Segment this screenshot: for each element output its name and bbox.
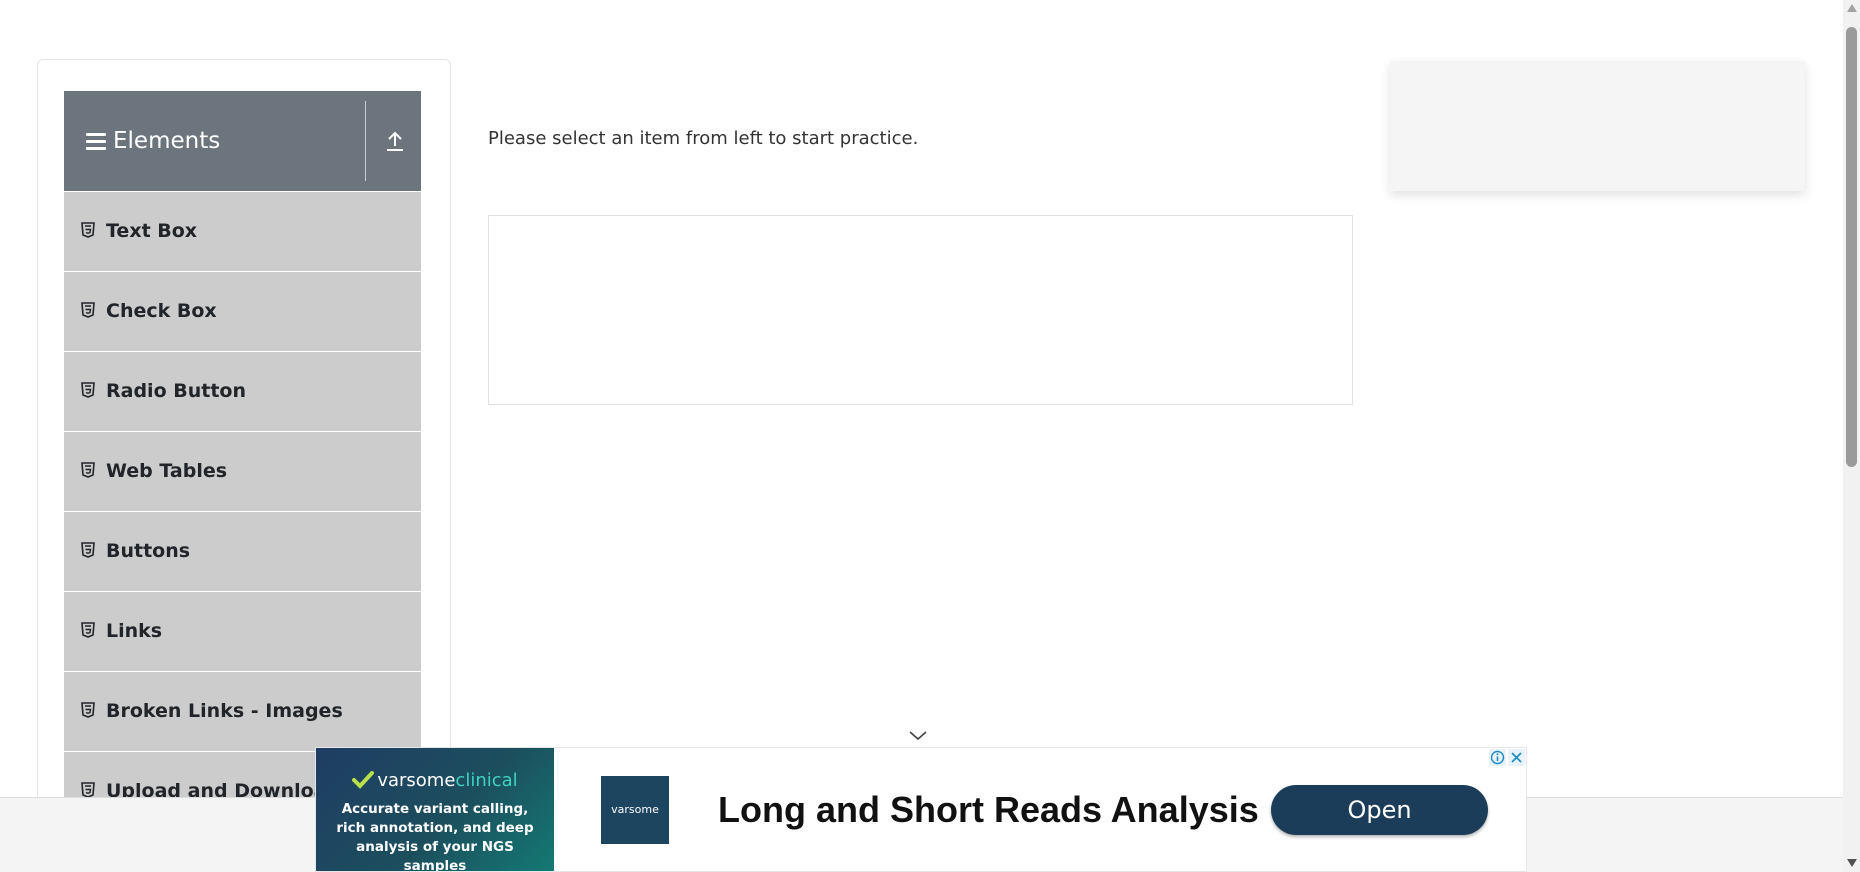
elements-menu: Text Box Check Box Radio Button Web Tabl… — [64, 191, 421, 818]
close-icon[interactable] — [1508, 749, 1525, 766]
right-ad-slot — [1390, 61, 1805, 191]
menu-item-label: Buttons — [106, 540, 191, 562]
hamburger-icon — [86, 133, 106, 151]
menu-item-buttons[interactable]: Buttons — [64, 511, 421, 591]
content-area — [488, 215, 1353, 405]
menu-item-broken-links-images[interactable]: Broken Links - Images — [64, 671, 421, 751]
menu-item-check-box[interactable]: Check Box — [64, 271, 421, 351]
scroll-up-arrow-icon[interactable] — [1847, 4, 1857, 12]
menu-item-label: Radio Button — [106, 380, 246, 402]
menu-item-text-box[interactable]: Text Box — [64, 191, 421, 271]
scroll-down-arrow-icon[interactable] — [1847, 859, 1857, 867]
menu-item-label: Broken Links - Images — [106, 700, 343, 722]
left-panel: Elements Text Box Check Box Radio Button… — [37, 59, 451, 819]
html5-icon — [81, 382, 95, 398]
upload-arrow-icon[interactable] — [384, 129, 406, 153]
info-icon[interactable] — [1489, 749, 1506, 766]
ad-thumb-text: varsome — [611, 803, 659, 816]
header-divider — [365, 101, 366, 181]
checkmark-logo-icon — [352, 771, 375, 789]
html5-icon — [81, 302, 95, 318]
html5-icon — [81, 542, 95, 558]
ad-brand-panel[interactable]: varsomeclinical Accurate variant calling… — [316, 748, 554, 872]
ad-open-button[interactable]: Open — [1271, 785, 1488, 835]
html5-icon — [81, 222, 95, 238]
menu-item-label: Text Box — [106, 220, 198, 242]
html5-icon — [81, 462, 95, 478]
menu-item-label: Links — [106, 620, 163, 642]
html5-icon — [81, 782, 95, 798]
menu-item-label: Check Box — [106, 300, 217, 322]
html5-icon — [81, 622, 95, 638]
ad-brand: varsomeclinical — [316, 770, 554, 792]
menu-item-web-tables[interactable]: Web Tables — [64, 431, 421, 511]
menu-item-radio-button[interactable]: Radio Button — [64, 351, 421, 431]
vertical-scrollbar[interactable] — [1843, 0, 1860, 872]
elements-group-header[interactable]: Elements — [64, 91, 421, 191]
scrollbar-thumb[interactable] — [1846, 27, 1857, 467]
intro-text: Please select an item from left to start… — [488, 128, 919, 149]
ad-banner[interactable]: varsomeclinical Accurate variant calling… — [315, 747, 1527, 872]
chevron-down-icon[interactable] — [908, 729, 928, 743]
html5-icon — [81, 702, 95, 718]
ad-description: Accurate variant calling, rich annotatio… — [336, 801, 534, 872]
group-title: Elements — [113, 128, 221, 154]
menu-item-links[interactable]: Links — [64, 591, 421, 671]
ad-headline[interactable]: Long and Short Reads Analysis — [718, 788, 1259, 832]
ad-logo-thumbnail[interactable]: varsome — [601, 776, 669, 844]
menu-item-label: Web Tables — [106, 460, 228, 482]
